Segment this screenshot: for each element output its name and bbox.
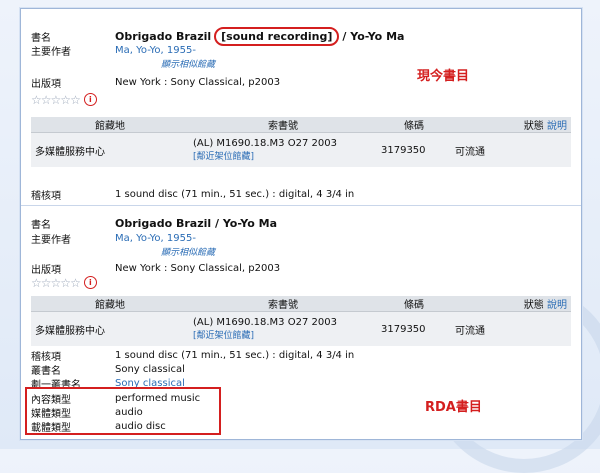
series-label: 叢書名 bbox=[31, 366, 61, 377]
catalog-comparison-panel: 書名 Obrigado Brazil [sound recording] / Yo-… bbox=[20, 8, 582, 440]
publish-value: New York : Sony Classical, p2003 bbox=[115, 263, 281, 274]
rating-row: ☆ ☆ ☆ ☆ ☆ i bbox=[31, 93, 97, 106]
star-icon[interactable]: ☆ bbox=[70, 94, 81, 106]
title-row: 書名 Obrigado Brazil / Yo-Yo Ma bbox=[31, 216, 277, 231]
holding-barcode: 3179350 bbox=[377, 132, 451, 167]
table-row: 多媒體服務中心 (AL) M1690.18.M3 O27 2003 [鄰近架位館… bbox=[31, 311, 571, 346]
header-barcode: 條碼 bbox=[377, 117, 451, 133]
carrier-type-row: 載體類型 audio disc bbox=[31, 419, 166, 434]
status-help-link[interactable]: 說明 bbox=[547, 300, 567, 311]
physical-row: 稽核項 1 sound disc (71 min., 51 sec.) : di… bbox=[31, 187, 354, 202]
rda-record-tag: RDA書目 bbox=[425, 400, 482, 415]
header-callno: 索書號 bbox=[189, 117, 377, 133]
record-rda: 書名 Obrigado Brazil / Yo-Yo Ma 主要作者 Ma, Y… bbox=[21, 205, 581, 440]
similar-items-link[interactable]: 顯示相似館藏 bbox=[161, 245, 215, 258]
record-current: 書名 Obrigado Brazil [sound recording] / Yo-… bbox=[21, 9, 581, 205]
title-rest: / Yo-Yo Ma bbox=[342, 30, 405, 43]
holding-status: 可流通 bbox=[451, 311, 571, 346]
header-callno: 索書號 bbox=[189, 296, 377, 312]
header-status: 狀態 說明 bbox=[451, 117, 571, 133]
info-icon[interactable]: i bbox=[83, 276, 97, 289]
holding-barcode: 3179350 bbox=[377, 311, 451, 346]
holdings-header: 館藏地 索書號 條碼 狀態 說明 bbox=[31, 296, 571, 312]
series-value: Sony classical bbox=[115, 364, 185, 375]
holding-status: 可流通 bbox=[451, 132, 571, 167]
rating-stars[interactable]: ☆ ☆ ☆ ☆ ☆ bbox=[31, 94, 81, 106]
header-status: 狀態 說明 bbox=[451, 296, 571, 312]
nearby-shelf-link[interactable]: [鄰近架位館藏] bbox=[193, 328, 373, 341]
status-help-link[interactable]: 說明 bbox=[547, 121, 567, 132]
publish-row: 出版項 New York : Sony Classical, p2003 bbox=[31, 261, 280, 276]
star-icon[interactable]: ☆ bbox=[70, 277, 81, 289]
title-label: 書名 bbox=[31, 220, 51, 231]
author-label: 主要作者 bbox=[31, 47, 71, 58]
holdings-table: 館藏地 索書號 條碼 狀態 說明 多媒體服務中心 (AL) M1690.18.M… bbox=[31, 296, 571, 346]
callno-value: (AL) M1690.18.M3 O27 2003 bbox=[193, 317, 337, 328]
similar-items-link[interactable]: 顯示相似館藏 bbox=[161, 57, 215, 70]
holding-location: 多媒體服務中心 bbox=[31, 311, 189, 346]
media-type-label: 媒體類型 bbox=[31, 409, 71, 420]
title-label: 書名 bbox=[31, 33, 51, 44]
header-status-text: 狀態 bbox=[523, 121, 544, 132]
carrier-type-label: 載體類型 bbox=[31, 423, 71, 434]
author-label: 主要作者 bbox=[31, 235, 71, 246]
info-icon[interactable]: i bbox=[83, 93, 97, 106]
holding-callno: (AL) M1690.18.M3 O27 2003 [鄰近架位館藏] bbox=[189, 311, 377, 346]
publish-label: 出版項 bbox=[31, 79, 61, 90]
title-gmd: [sound recording] bbox=[221, 30, 333, 43]
rating-stars[interactable]: ☆ ☆ ☆ ☆ ☆ bbox=[31, 277, 81, 289]
author-row: 主要作者 Ma, Yo-Yo, 1955- bbox=[31, 43, 196, 58]
table-row: 多媒體服務中心 (AL) M1690.18.M3 O27 2003 [鄰近架位館… bbox=[31, 132, 571, 167]
callno-value: (AL) M1690.18.M3 O27 2003 bbox=[193, 138, 337, 149]
publish-row: 出版項 New York : Sony Classical, p2003 bbox=[31, 75, 280, 90]
current-record-tag: 現今書目 bbox=[417, 69, 470, 84]
physical-label: 稽核項 bbox=[31, 191, 61, 202]
physical-row: 稽核項 1 sound disc (71 min., 51 sec.) : di… bbox=[31, 348, 354, 363]
content-type-row: 內容類型 performed music bbox=[31, 391, 200, 406]
rating-row: ☆ ☆ ☆ ☆ ☆ i bbox=[31, 276, 97, 289]
series-row: 叢書名 Sony classical bbox=[31, 362, 185, 377]
physical-value: 1 sound disc (71 min., 51 sec.) : digita… bbox=[115, 189, 355, 200]
title-value: Obrigado Brazil / Yo-Yo Ma bbox=[115, 217, 278, 230]
title-main: Obrigado Brazil bbox=[115, 30, 212, 43]
content-type-label: 內容類型 bbox=[31, 395, 71, 406]
author-row: 主要作者 Ma, Yo-Yo, 1955- bbox=[31, 231, 196, 246]
header-location: 館藏地 bbox=[31, 296, 189, 312]
holdings-table: 館藏地 索書號 條碼 狀態 說明 多媒體服務中心 (AL) M1690.18.M… bbox=[31, 117, 571, 167]
similar-row: 顯示相似館藏 bbox=[161, 57, 215, 70]
author-link[interactable]: Ma, Yo-Yo, 1955- bbox=[115, 233, 196, 244]
gmd-highlight: [sound recording] bbox=[214, 27, 340, 46]
holding-callno: (AL) M1690.18.M3 O27 2003 [鄰近架位館藏] bbox=[189, 132, 377, 167]
physical-label: 稽核項 bbox=[31, 352, 61, 363]
media-type-row: 媒體類型 audio bbox=[31, 405, 143, 420]
content-type-value: performed music bbox=[115, 393, 201, 404]
similar-row: 顯示相似館藏 bbox=[161, 245, 215, 258]
nearby-shelf-link[interactable]: [鄰近架位館藏] bbox=[193, 149, 373, 162]
physical-value: 1 sound disc (71 min., 51 sec.) : digita… bbox=[115, 350, 355, 361]
header-barcode: 條碼 bbox=[377, 296, 451, 312]
holding-location: 多媒體服務中心 bbox=[31, 132, 189, 167]
header-location: 館藏地 bbox=[31, 117, 189, 133]
publish-value: New York : Sony Classical, p2003 bbox=[115, 77, 281, 88]
header-status-text: 狀態 bbox=[523, 300, 544, 311]
media-type-value: audio bbox=[115, 407, 143, 418]
carrier-type-value: audio disc bbox=[115, 421, 166, 432]
author-link[interactable]: Ma, Yo-Yo, 1955- bbox=[115, 45, 196, 56]
holdings-header: 館藏地 索書號 條碼 狀態 說明 bbox=[31, 117, 571, 133]
publish-label: 出版項 bbox=[31, 265, 61, 276]
